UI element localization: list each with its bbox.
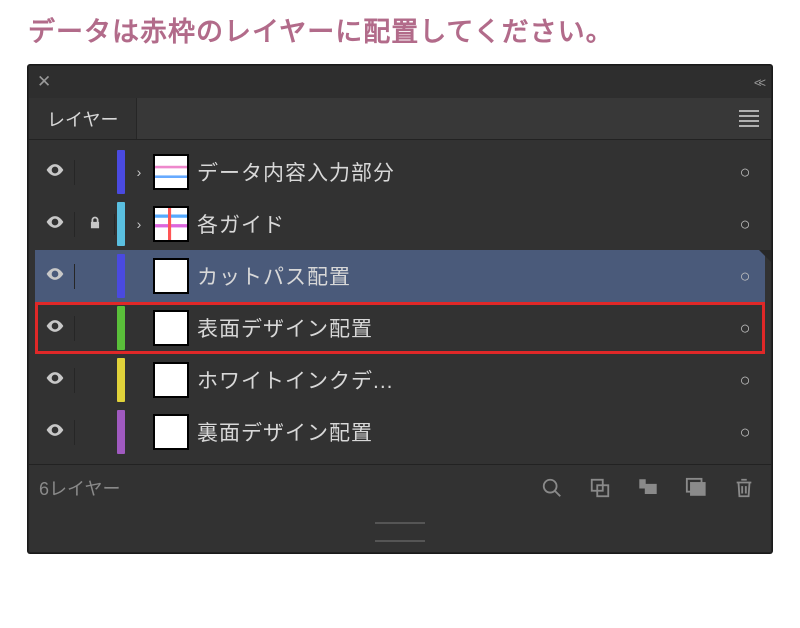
target-indicator[interactable]: ○ [725, 214, 765, 235]
layer-row[interactable]: カットパス配置○ [35, 250, 765, 302]
layer-row[interactable]: 表面デザイン配置○ [35, 302, 765, 354]
expand-toggle[interactable]: › [129, 216, 149, 232]
search-icon[interactable] [541, 477, 563, 499]
visibility-toggle[interactable] [35, 160, 75, 185]
visibility-toggle[interactable] [35, 316, 75, 341]
layer-thumbnail [153, 258, 189, 294]
layer-name[interactable]: ホワイトインクデ... [197, 365, 725, 395]
resize-grip[interactable] [29, 510, 771, 552]
layer-row[interactable]: › 各ガイド○ [35, 198, 765, 250]
layers-panel: ✕ << レイヤー ›データ内容入力部分○›各ガイド○カットパス配置○表面デザイ… [28, 65, 772, 553]
layer-thumbnail [153, 362, 189, 398]
trash-icon[interactable] [733, 477, 755, 499]
new-sublayer-icon[interactable] [637, 477, 659, 499]
layer-name[interactable]: 各ガイド [197, 209, 725, 239]
layer-name[interactable]: データ内容入力部分 [197, 157, 725, 187]
layer-thumbnail [153, 154, 189, 190]
layer-color-chip [117, 410, 125, 454]
layer-count: 6レイヤー [39, 475, 120, 501]
new-layer-icon[interactable] [685, 477, 707, 499]
panel-header: ✕ << [29, 66, 771, 98]
layer-row[interactable]: 裏面デザイン配置○ [35, 406, 765, 458]
lock-toggle[interactable] [75, 214, 115, 235]
panel-menu-icon[interactable] [727, 98, 771, 139]
target-indicator[interactable]: ○ [725, 422, 765, 443]
layer-color-chip [117, 306, 125, 350]
instruction-text: データは赤枠のレイヤーに配置してください。 [0, 0, 800, 57]
layer-color-chip [117, 202, 125, 246]
close-icon[interactable]: ✕ [37, 72, 51, 92]
layer-color-chip [117, 254, 125, 298]
visibility-toggle[interactable] [35, 420, 75, 445]
layer-list: ›データ内容入力部分○›各ガイド○カットパス配置○表面デザイン配置○ホワイトイン… [29, 140, 771, 464]
visibility-toggle[interactable] [35, 264, 75, 289]
target-indicator[interactable]: ○ [725, 318, 765, 339]
visibility-toggle[interactable] [35, 368, 75, 393]
layer-name[interactable]: カットパス配置 [197, 261, 725, 291]
target-indicator[interactable]: ○ [725, 266, 765, 287]
layer-thumbnail [153, 206, 189, 242]
layer-row[interactable]: › データ内容入力部分○ [35, 146, 765, 198]
tab-row: レイヤー [29, 98, 771, 140]
collapse-icon[interactable]: << [754, 75, 763, 90]
layer-thumbnail [153, 414, 189, 450]
layer-color-chip [117, 150, 125, 194]
expand-toggle[interactable]: › [129, 164, 149, 180]
collect-icon[interactable] [589, 477, 611, 499]
visibility-toggle[interactable] [35, 212, 75, 237]
layer-color-chip [117, 358, 125, 402]
panel-footer: 6レイヤー [29, 464, 771, 510]
target-indicator[interactable]: ○ [725, 162, 765, 183]
layer-name[interactable]: 裏面デザイン配置 [197, 417, 725, 447]
tab-layers[interactable]: レイヤー [29, 98, 137, 139]
layer-name[interactable]: 表面デザイン配置 [197, 313, 725, 343]
layer-thumbnail [153, 310, 189, 346]
layer-row[interactable]: ホワイトインクデ...○ [35, 354, 765, 406]
target-indicator[interactable]: ○ [725, 370, 765, 391]
